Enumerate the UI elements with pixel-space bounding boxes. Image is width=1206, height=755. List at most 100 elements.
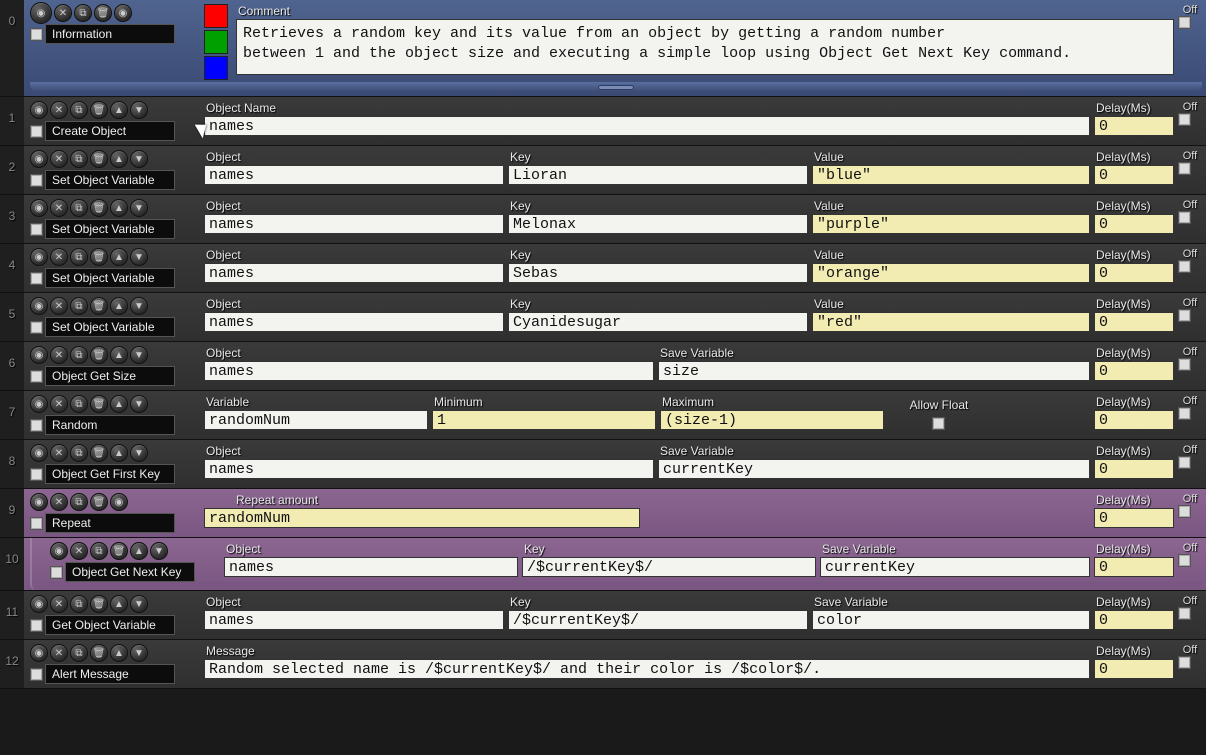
command-name[interactable]: Set Object Variable [45, 317, 175, 337]
off-checkbox[interactable] [1178, 260, 1191, 273]
field-input-key[interactable] [508, 165, 808, 185]
enable-icon[interactable]: ◉ [30, 644, 48, 662]
row-checkbox[interactable] [30, 468, 43, 481]
field-input-object[interactable] [204, 165, 504, 185]
row-checkbox[interactable] [30, 125, 43, 138]
up-icon[interactable]: ▲ [110, 644, 128, 662]
cut-icon[interactable]: ✕ [50, 150, 68, 168]
cut-icon[interactable]: ✕ [50, 444, 68, 462]
delay-input[interactable] [1094, 659, 1174, 679]
cut-icon[interactable]: ✕ [50, 395, 68, 413]
field-input-object_name[interactable] [204, 116, 1090, 136]
row-checkbox[interactable] [30, 517, 43, 530]
delay-input[interactable] [1094, 610, 1174, 630]
delete-icon[interactable]: 🗑 [94, 4, 112, 22]
enable-icon[interactable]: ◉ [30, 248, 48, 266]
off-checkbox[interactable] [1178, 162, 1191, 175]
row-checkbox[interactable] [50, 566, 63, 579]
up-icon[interactable]: ▲ [110, 395, 128, 413]
cut-icon[interactable]: ✕ [50, 248, 68, 266]
swatch-blue[interactable] [204, 56, 228, 80]
field-input-value[interactable] [812, 312, 1090, 332]
up-icon[interactable]: ▲ [110, 150, 128, 168]
off-checkbox[interactable] [1178, 407, 1191, 420]
row-checkbox[interactable] [30, 321, 43, 334]
copy-icon[interactable]: ⧉ [90, 542, 108, 560]
field-input-object[interactable] [204, 610, 504, 630]
delete-icon[interactable]: 🗑 [90, 150, 108, 168]
row-checkbox[interactable] [30, 370, 43, 383]
command-name[interactable]: Alert Message [45, 664, 175, 684]
up-icon[interactable]: ▲ [110, 248, 128, 266]
row-checkbox[interactable] [30, 223, 43, 236]
cut-icon[interactable]: ✕ [70, 542, 88, 560]
command-name[interactable]: Set Object Variable [45, 170, 175, 190]
up-icon[interactable]: ▲ [110, 595, 128, 613]
command-name[interactable]: Get Object Variable [45, 615, 175, 635]
copy-icon[interactable]: ⧉ [70, 644, 88, 662]
swatch-green[interactable] [204, 30, 228, 54]
field-input-object[interactable] [204, 459, 654, 479]
field-input-value[interactable] [812, 165, 1090, 185]
field-input-key[interactable] [508, 610, 808, 630]
enable-icon[interactable]: ◉ [30, 199, 48, 217]
enable-icon[interactable]: ◉ [50, 542, 68, 560]
cut-icon[interactable]: ✕ [50, 493, 68, 511]
field-input-value[interactable] [812, 214, 1090, 234]
field-input-repeat_amount[interactable] [204, 508, 640, 528]
copy-icon[interactable]: ⧉ [70, 595, 88, 613]
command-name[interactable]: Object Get First Key [45, 464, 175, 484]
field-input-object[interactable] [204, 263, 504, 283]
cut-icon[interactable]: ✕ [50, 346, 68, 364]
field-input-minimum[interactable] [432, 410, 656, 430]
delete-icon[interactable]: 🗑 [90, 297, 108, 315]
copy-icon[interactable]: ⧉ [70, 101, 88, 119]
row-checkbox[interactable] [30, 619, 43, 632]
command-name[interactable]: Object Get Next Key [65, 562, 195, 582]
enable-icon[interactable]: ◉ [30, 444, 48, 462]
cut-icon[interactable]: ✕ [50, 297, 68, 315]
up-icon[interactable]: ▲ [110, 199, 128, 217]
delay-input[interactable] [1094, 361, 1174, 381]
field-input-message[interactable] [204, 659, 1090, 679]
down-icon[interactable]: ▼ [130, 444, 148, 462]
field-input-object[interactable] [224, 557, 518, 577]
copy-icon[interactable]: ⧉ [70, 493, 88, 511]
enable-icon[interactable]: ◉ [30, 395, 48, 413]
enable-icon[interactable]: ◉ [30, 297, 48, 315]
row-checkbox[interactable] [30, 419, 43, 432]
down-icon[interactable]: ▼ [130, 199, 148, 217]
enable-icon[interactable]: ◉ [30, 493, 48, 511]
field-input-object[interactable] [204, 214, 504, 234]
row-checkbox[interactable] [30, 668, 43, 681]
delay-input[interactable] [1094, 263, 1174, 283]
eye-icon[interactable]: ◉ [110, 493, 128, 511]
delete-icon[interactable]: 🗑 [90, 346, 108, 364]
delay-input[interactable] [1094, 459, 1174, 479]
delay-input[interactable] [1094, 312, 1174, 332]
enable-icon[interactable]: ◉ [30, 101, 48, 119]
down-icon[interactable]: ▼ [130, 346, 148, 364]
down-icon[interactable]: ▼ [130, 395, 148, 413]
field-input-save_variable[interactable] [820, 557, 1090, 577]
off-checkbox[interactable] [1178, 456, 1191, 469]
command-name[interactable]: Random [45, 415, 175, 435]
down-icon[interactable]: ▼ [150, 542, 168, 560]
delay-input[interactable] [1094, 410, 1174, 430]
command-name[interactable]: Information [45, 24, 175, 44]
delay-input[interactable] [1094, 165, 1174, 185]
cut-icon[interactable]: ✕ [50, 101, 68, 119]
field-input-maximum[interactable] [660, 410, 884, 430]
field-input-save_variable[interactable] [658, 361, 1090, 381]
delay-input[interactable] [1094, 557, 1174, 577]
enable-icon[interactable]: ◉ [30, 2, 52, 24]
up-icon[interactable]: ▲ [110, 346, 128, 364]
enable-icon[interactable]: ◉ [30, 150, 48, 168]
down-icon[interactable]: ▼ [130, 101, 148, 119]
command-name[interactable]: Create Object [45, 121, 175, 141]
field-input-save_variable[interactable] [812, 610, 1090, 630]
copy-icon[interactable]: ⧉ [70, 248, 88, 266]
off-checkbox[interactable] [1178, 656, 1191, 669]
off-checkbox[interactable] [1178, 309, 1191, 322]
delete-icon[interactable]: 🗑 [90, 444, 108, 462]
